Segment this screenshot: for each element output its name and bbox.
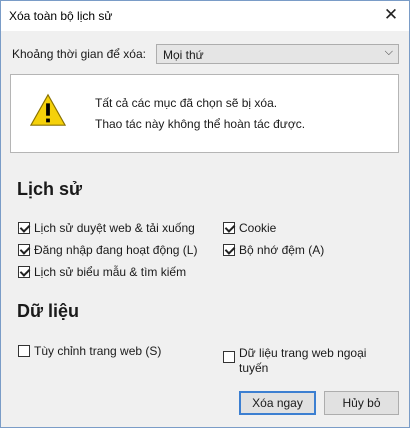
history-section-title: Lịch sử: [17, 179, 83, 199]
warning-text-line1: Tất cả các mục đã chọn sẽ bị xóa.: [95, 96, 278, 110]
checkbox-checked[interactable]: [18, 266, 30, 278]
checkbox-checked[interactable]: [223, 222, 235, 234]
cancel-button[interactable]: Hủy bỏ: [324, 391, 399, 415]
checkbox-label: Cookie: [239, 221, 277, 235]
title-bar: Xóa toàn bộ lịch sử ✕: [1, 1, 409, 31]
checkbox-label: Tùy chỉnh trang web (S): [34, 344, 162, 358]
checkbox-checked[interactable]: [18, 244, 30, 256]
checkbox-label: Lịch sử duyệt web & tải xuống: [34, 221, 195, 235]
checkbox-label-line1: Dữ liệu trang web ngoại: [239, 346, 367, 360]
checkbox-checked[interactable]: [18, 222, 30, 234]
checkbox-unchecked[interactable]: [18, 345, 30, 357]
close-icon[interactable]: ✕: [381, 5, 401, 25]
clear-now-button[interactable]: Xóa ngay: [239, 391, 316, 415]
data-section-title: Dữ liệu: [17, 301, 80, 321]
checkbox-label-line2: tuyến: [239, 361, 269, 375]
checkbox-checked[interactable]: [223, 244, 235, 256]
dialog-title: Xóa toàn bộ lịch sử: [9, 9, 113, 23]
warning-text-line2: Thao tác này không thể hoàn tác được.: [95, 117, 306, 131]
warning-panel: Tất cả các mục đã chọn sẽ bị xóa. Thao t…: [10, 74, 399, 153]
checkbox-label: Bộ nhớ đệm (A): [239, 243, 325, 257]
time-range-select[interactable]: Mọi thứ ⌵: [156, 44, 399, 64]
time-range-value: Mọi thứ: [163, 48, 204, 62]
chevron-down-icon: ⌵: [384, 46, 393, 58]
time-range-row: Khoảng thời gian để xóa: Mọi thứ ⌵: [11, 44, 401, 64]
checkbox-label: Đăng nhập đang hoạt động (L): [34, 243, 198, 257]
warning-icon: [29, 93, 67, 126]
checkbox-label: Lịch sử biểu mẫu & tìm kiếm: [34, 265, 187, 279]
checkbox-unchecked[interactable]: [223, 351, 235, 363]
clear-history-dialog: Xóa toàn bộ lịch sử ✕ Khoảng thời gian đ…: [0, 0, 410, 428]
time-range-label: Khoảng thời gian để xóa:: [12, 47, 146, 61]
